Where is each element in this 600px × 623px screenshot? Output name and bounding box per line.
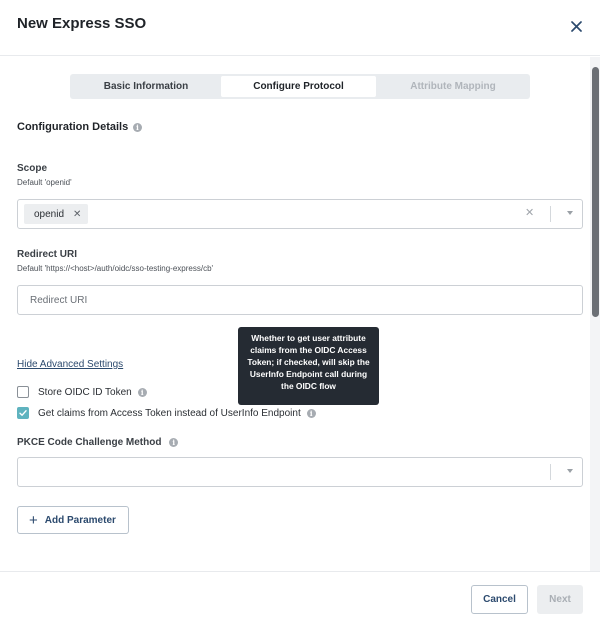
plus-icon: + xyxy=(29,511,38,529)
info-icon[interactable]: i xyxy=(169,438,179,447)
claims-from-token-label: Get claims from Access Token instead of … xyxy=(38,407,301,419)
next-button: Next xyxy=(537,585,583,614)
scope-chip: openid ✕ xyxy=(24,204,89,224)
chevron-down-icon[interactable] xyxy=(567,211,573,215)
select-divider xyxy=(550,206,551,222)
redirect-uri-label: Redirect URI xyxy=(17,249,78,260)
scrollbar-thumb[interactable] xyxy=(592,67,599,317)
store-oidc-token-checkbox[interactable] xyxy=(17,386,29,398)
step-tabs: Basic Information Configure Protocol Att… xyxy=(70,74,530,99)
pkce-select[interactable] xyxy=(17,457,583,487)
tab-basic-information[interactable]: Basic Information xyxy=(72,76,220,97)
redirect-uri-field xyxy=(17,285,583,315)
store-oidc-token-row: Store OIDC ID Token i xyxy=(17,386,147,398)
chevron-down-icon[interactable] xyxy=(567,469,573,473)
close-button[interactable] xyxy=(566,16,586,36)
dialog-header: New Express SSO xyxy=(0,0,600,56)
add-parameter-label: Add Parameter xyxy=(44,514,116,526)
remove-chip-icon[interactable]: ✕ xyxy=(73,209,81,220)
pkce-label-text: PKCE Code Challenge Method xyxy=(17,437,162,448)
info-icon[interactable]: i xyxy=(133,123,142,132)
claims-from-token-row: Get claims from Access Token instead of … xyxy=(17,407,316,419)
cancel-button[interactable]: Cancel xyxy=(471,585,528,614)
redirect-uri-input[interactable] xyxy=(18,286,582,314)
scope-select[interactable]: openid ✕ ✕ xyxy=(17,199,583,229)
section-title: Configuration Details xyxy=(17,121,129,133)
scope-label: Scope xyxy=(17,163,48,174)
tab-configure-protocol[interactable]: Configure Protocol xyxy=(221,76,376,97)
hide-advanced-settings-link[interactable]: Hide Advanced Settings xyxy=(17,359,123,370)
dialog-body: Basic Information Configure Protocol Att… xyxy=(0,57,600,571)
scope-chip-label: openid xyxy=(34,208,65,220)
tab-attribute-mapping: Attribute Mapping xyxy=(410,81,496,92)
pkce-label: PKCE Code Challenge Method i xyxy=(17,437,179,448)
store-oidc-token-label: Store OIDC ID Token xyxy=(38,386,132,398)
info-icon[interactable]: i xyxy=(306,408,316,418)
dialog-footer: Cancel Next xyxy=(0,571,600,623)
checkmark-icon xyxy=(19,410,27,416)
claims-from-token-checkbox[interactable] xyxy=(17,407,29,419)
select-divider xyxy=(550,464,551,480)
clear-icon[interactable]: ✕ xyxy=(525,206,534,219)
redirect-uri-help: Default 'https://<host>/auth/oidc/sso-te… xyxy=(17,264,214,273)
close-icon xyxy=(570,20,582,32)
sso-dialog: New Express SSO Basic Information Config… xyxy=(0,0,600,623)
add-parameter-button[interactable]: + Add Parameter xyxy=(17,506,129,534)
info-icon[interactable]: i xyxy=(137,387,147,397)
dialog-title: New Express SSO xyxy=(17,15,147,32)
scope-help: Default 'openid' xyxy=(17,178,72,187)
tooltip: Whether to get user attribute claims fro… xyxy=(238,327,379,405)
